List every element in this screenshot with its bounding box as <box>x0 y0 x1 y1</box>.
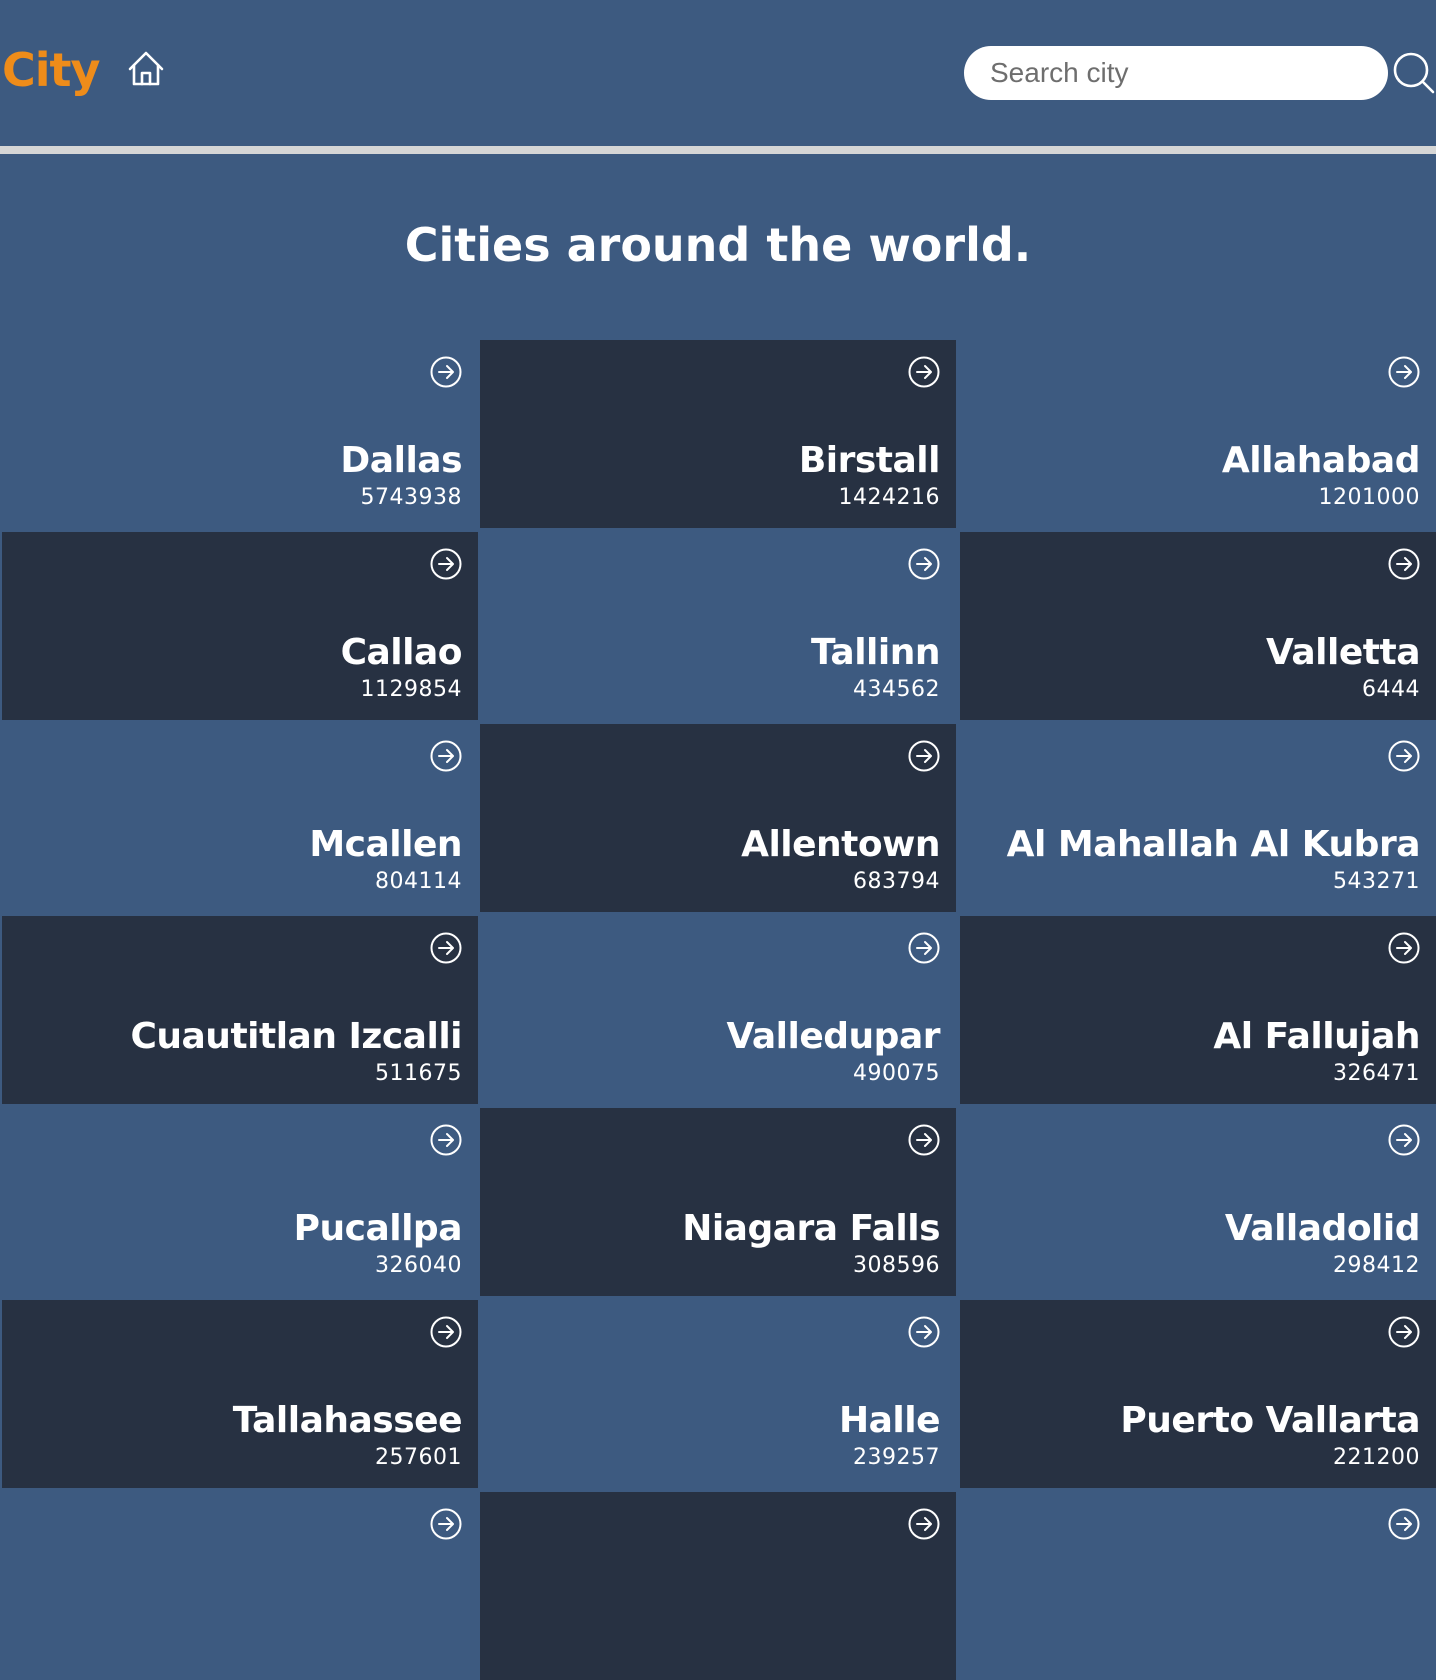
city-name: Valledupar <box>726 1016 941 1057</box>
city-population: 308596 <box>853 1253 940 1278</box>
arrow-right-circle-icon[interactable] <box>908 740 940 772</box>
arrow-right-circle-icon[interactable] <box>430 1508 462 1540</box>
arrow-right-circle-icon[interactable] <box>1388 548 1420 580</box>
city-population: 5743938 <box>360 485 462 510</box>
city-card[interactable]: Tallinn 434562 <box>480 532 956 720</box>
city-population: 1129854 <box>360 677 462 702</box>
city-population: 326471 <box>1333 1061 1420 1086</box>
header-divider <box>0 146 1436 154</box>
city-population: 257601 <box>375 1445 462 1470</box>
city-card[interactable] <box>480 1492 956 1680</box>
city-card[interactable]: Callao 1129854 <box>2 532 478 720</box>
city-population: 6444 <box>1362 677 1420 702</box>
city-card[interactable]: Allahabad 1201000 <box>960 340 1436 528</box>
city-name: Allentown <box>741 824 940 865</box>
city-card[interactable]: Cuautitlan Izcalli 511675 <box>2 916 478 1104</box>
city-card[interactable]: Valledupar 490075 <box>480 916 956 1104</box>
city-card[interactable]: Pucallpa 326040 <box>2 1108 478 1296</box>
city-population: 511675 <box>375 1061 462 1086</box>
city-name: Puerto Vallarta <box>1120 1400 1420 1441</box>
page-title: Cities around the world. <box>404 218 1032 272</box>
city-card[interactable]: Tallahassee 257601 <box>2 1300 478 1488</box>
city-population: 804114 <box>375 869 462 894</box>
city-card[interactable]: Al Mahallah Al Kubra 543271 <box>960 724 1436 912</box>
city-name: Mcallen <box>309 824 462 865</box>
city-card[interactable]: Birstall 1424216 <box>480 340 956 528</box>
city-population: 434562 <box>853 677 940 702</box>
arrow-right-circle-icon[interactable] <box>430 1124 462 1156</box>
home-icon[interactable] <box>125 48 167 90</box>
city-population: 221200 <box>1333 1445 1420 1470</box>
city-population: 1201000 <box>1318 485 1420 510</box>
city-name: Callao <box>340 632 463 673</box>
city-population: 490075 <box>853 1061 940 1086</box>
city-population: 1424216 <box>838 485 940 510</box>
arrow-right-circle-icon[interactable] <box>908 548 940 580</box>
city-name: Valladolid <box>1224 1208 1421 1249</box>
city-population: 326040 <box>375 1253 462 1278</box>
top-bar: City <box>0 0 1436 146</box>
arrow-right-circle-icon[interactable] <box>908 932 940 964</box>
arrow-right-circle-icon[interactable] <box>430 1316 462 1348</box>
city-card[interactable]: Halle 239257 <box>480 1300 956 1488</box>
city-name: Allahabad <box>1221 440 1421 481</box>
arrow-right-circle-icon[interactable] <box>430 932 462 964</box>
city-name: Birstall <box>798 440 941 481</box>
arrow-right-circle-icon[interactable] <box>430 356 462 388</box>
city-card[interactable]: Mcallen 804114 <box>2 724 478 912</box>
city-name: Valletta <box>1266 632 1421 673</box>
city-population: 298412 <box>1333 1253 1420 1278</box>
arrow-right-circle-icon[interactable] <box>1388 932 1420 964</box>
arrow-right-circle-icon[interactable] <box>1388 1316 1420 1348</box>
city-name: Al Fallujah <box>1213 1016 1420 1057</box>
city-card[interactable]: Valletta 6444 <box>960 532 1436 720</box>
city-name: Tallinn <box>811 632 941 673</box>
arrow-right-circle-icon[interactable] <box>430 740 462 772</box>
city-card[interactable]: Al Fallujah 326471 <box>960 916 1436 1104</box>
city-name: Niagara Falls <box>682 1208 940 1249</box>
city-card[interactable]: Valladolid 298412 <box>960 1108 1436 1296</box>
city-card[interactable]: Allentown 683794 <box>480 724 956 912</box>
city-card[interactable]: Niagara Falls 308596 <box>480 1108 956 1296</box>
logo[interactable]: City <box>2 40 101 100</box>
city-name: Pucallpa <box>293 1208 463 1249</box>
arrow-right-circle-icon[interactable] <box>430 548 462 580</box>
city-card[interactable]: Puerto Vallarta 221200 <box>960 1300 1436 1488</box>
search-icon[interactable] <box>1391 50 1435 94</box>
city-population: 683794 <box>853 869 940 894</box>
city-name: Halle <box>838 1400 941 1441</box>
city-card[interactable] <box>2 1492 478 1680</box>
arrow-right-circle-icon[interactable] <box>1388 1124 1420 1156</box>
arrow-right-circle-icon[interactable] <box>908 1508 940 1540</box>
city-population: 543271 <box>1333 869 1420 894</box>
city-name: Al Mahallah Al Kubra <box>1006 824 1421 865</box>
arrow-right-circle-icon[interactable] <box>1388 740 1420 772</box>
arrow-right-circle-icon[interactable] <box>908 1124 940 1156</box>
arrow-right-circle-icon[interactable] <box>908 356 940 388</box>
city-card[interactable] <box>960 1492 1436 1680</box>
city-population: 239257 <box>853 1445 940 1470</box>
arrow-right-circle-icon[interactable] <box>1388 356 1420 388</box>
city-name: Dallas <box>340 440 462 481</box>
city-name: Tallahassee <box>232 1400 463 1441</box>
search-input[interactable] <box>964 46 1388 100</box>
city-name: Cuautitlan Izcalli <box>130 1016 462 1057</box>
city-card[interactable]: Dallas 5743938 <box>2 340 478 528</box>
arrow-right-circle-icon[interactable] <box>908 1316 940 1348</box>
arrow-right-circle-icon[interactable] <box>1388 1508 1420 1540</box>
